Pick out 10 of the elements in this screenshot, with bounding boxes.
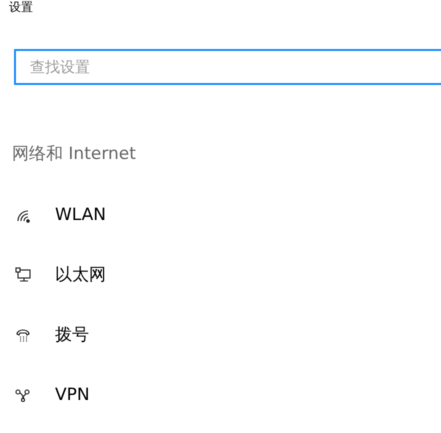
search-field[interactable]: 查找设置	[14, 49, 441, 85]
phone-icon	[15, 327, 31, 343]
nav-item[interactable]: 拨号	[55, 324, 89, 346]
section-heading: 网络和 Internet	[12, 143, 137, 165]
vpn-icon	[15, 387, 31, 403]
monitor-icon	[15, 267, 31, 283]
nav-item[interactable]: 以太网	[55, 264, 106, 286]
window-title: 设置	[8, 0, 34, 14]
nav-item[interactable]: VPN	[55, 384, 90, 406]
nav-item[interactable]: WLAN	[55, 204, 106, 226]
